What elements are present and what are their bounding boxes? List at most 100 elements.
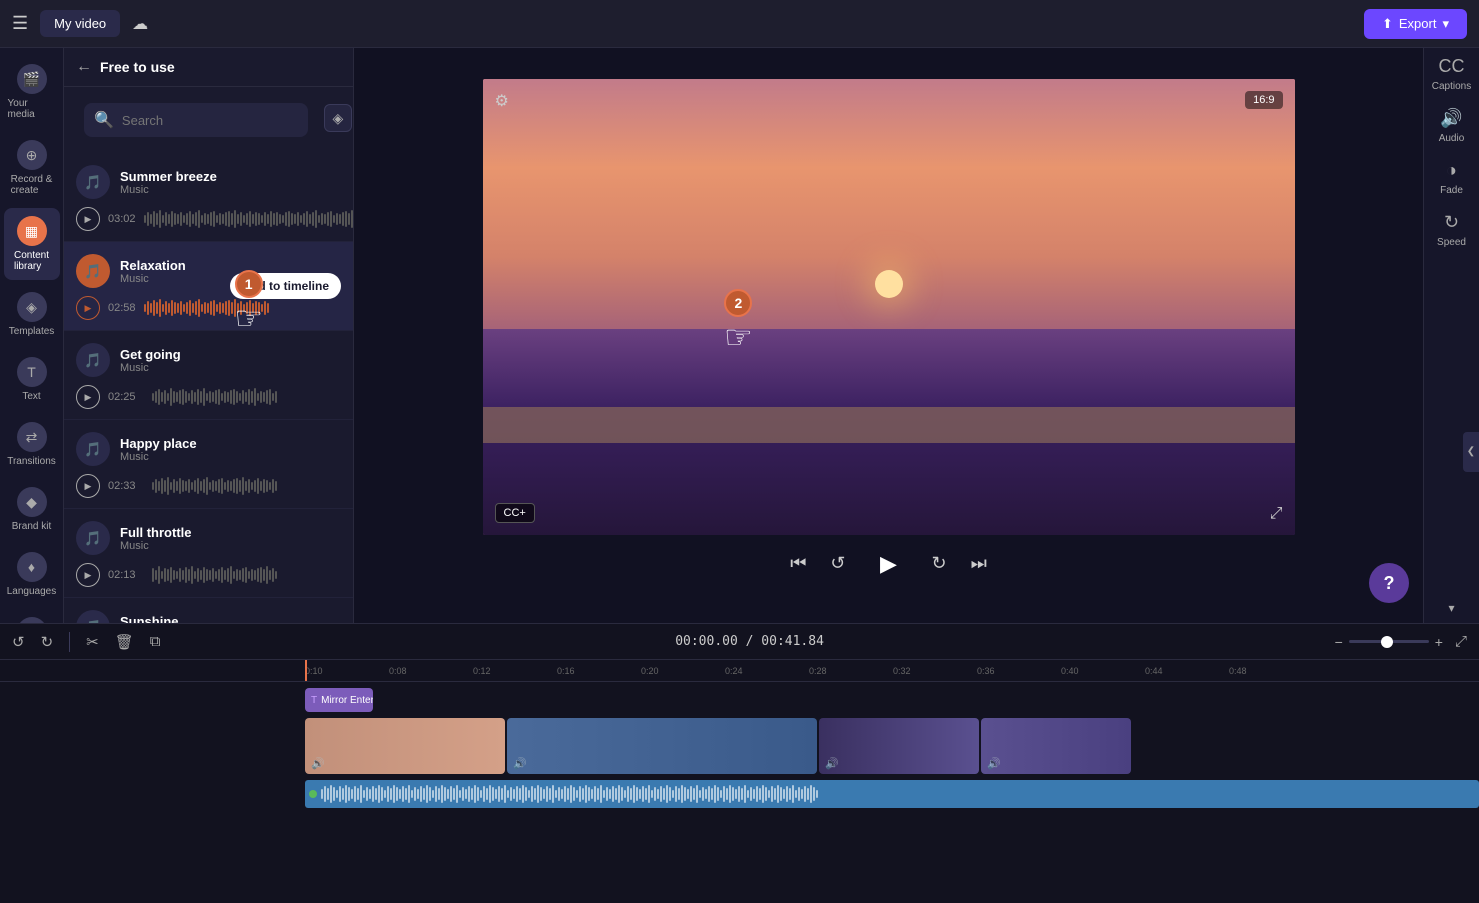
- ruler-mark: 0:48: [1229, 666, 1313, 676]
- sidebar-label-languages: Languages: [7, 586, 57, 597]
- play-relaxation[interactable]: ▶: [76, 296, 100, 320]
- sidebar-item-languages[interactable]: ♦ Languages: [4, 544, 60, 605]
- save-icon[interactable]: ☁: [132, 14, 148, 34]
- sidebar-item-transitions[interactable]: ⇄ Transitions: [4, 414, 60, 475]
- speed-label: Speed: [1437, 237, 1466, 248]
- duration-fullthrottle: 02:13: [108, 569, 144, 581]
- preview-settings-icon[interactable]: ⚙: [495, 91, 509, 111]
- sidebar-label-transitions: Transitions: [7, 456, 56, 467]
- fullscreen-button[interactable]: ⤢: [1270, 505, 1283, 523]
- video-clip-2[interactable]: 🔊: [507, 718, 817, 774]
- right-tool-speed[interactable]: ↻ Speed: [1437, 212, 1466, 248]
- track-music-icon-relaxation: 🎵: [76, 254, 110, 288]
- skip-back-button[interactable]: ⏮: [790, 553, 806, 574]
- add-to-timeline-button[interactable]: Add to timeline: [230, 273, 341, 299]
- waveform-fullthrottle: [152, 564, 341, 586]
- video-clip-1[interactable]: 🔊: [305, 718, 505, 774]
- icon-sidebar: 🎬 Your media ⊕ Record &create ▦ Contentl…: [0, 48, 64, 623]
- beach-element: [483, 407, 1295, 443]
- play-pause-button[interactable]: ▶: [870, 545, 908, 583]
- track-item-relaxation[interactable]: 🎵 Relaxation Music ▶ 02:58 Add to timeli…: [64, 242, 353, 331]
- sidebar-label-brand: Brand kit: [12, 521, 51, 532]
- toolbar-separator-1: [69, 632, 70, 652]
- skip-forward-button[interactable]: ⏭: [971, 553, 987, 574]
- track-music-icon-sunshine: 🎵: [76, 610, 110, 623]
- text-clip[interactable]: T Mirror Enter t: [305, 688, 373, 712]
- cut-button[interactable]: ✂: [82, 629, 103, 655]
- undo-button[interactable]: ↺: [8, 629, 29, 655]
- zoom-out-button[interactable]: −: [1335, 634, 1343, 650]
- volume-icon-2: 🔊: [513, 757, 527, 770]
- sidebar-item-templates[interactable]: ◈ Templates: [4, 284, 60, 345]
- fade-label: Fade: [1440, 185, 1463, 196]
- right-tool-captions[interactable]: CC Captions: [1432, 56, 1471, 92]
- aspect-ratio-button[interactable]: 16:9: [1245, 91, 1282, 109]
- ruler-mark: 0:24: [725, 666, 809, 676]
- captions-button[interactable]: CC+: [495, 503, 535, 523]
- play-fullthrottle[interactable]: ▶: [76, 563, 100, 587]
- fit-button[interactable]: ⤢: [1451, 629, 1471, 654]
- play-getgoing[interactable]: ▶: [76, 385, 100, 409]
- video-clip-3[interactable]: 🔊: [819, 718, 979, 774]
- delete-button[interactable]: 🗑: [111, 629, 138, 655]
- track-item-fullthrottle[interactable]: 🎵 Full throttle Music ▶ 02:13: [64, 509, 353, 598]
- search-bar: 🔍: [84, 103, 308, 137]
- sidebar-item-flags[interactable]: ⚐ FeatureFlags: [4, 609, 60, 623]
- right-tool-audio[interactable]: 🔊 Audio: [1439, 108, 1465, 144]
- ruler-mark: 0:36: [977, 666, 1061, 676]
- zoom-in-button[interactable]: +: [1435, 634, 1443, 650]
- video-clip-4[interactable]: 🔊: [981, 718, 1131, 774]
- track-name-sunshine: Sunshine: [120, 614, 341, 624]
- sidebar-item-record[interactable]: ⊕ Record &create: [4, 132, 60, 204]
- video-preview: ⚙ 16:9 CC+ ⤢: [483, 79, 1295, 535]
- ruler-mark: 0:20: [641, 666, 725, 676]
- sidebar-item-content[interactable]: ▦ Contentlibrary: [4, 208, 60, 280]
- playhead[interactable]: [305, 660, 307, 681]
- premium-filter-button[interactable]: ◈: [324, 104, 352, 132]
- search-icon: 🔍: [94, 110, 114, 130]
- duplicate-button[interactable]: ⧉: [146, 629, 165, 654]
- export-button[interactable]: ⬆ Export ▾: [1364, 9, 1467, 39]
- sidebar-item-text[interactable]: T Text: [4, 349, 60, 410]
- top-bar: ☰ My video ☁ ⬆ Export ▾: [0, 0, 1479, 48]
- waveform-getgoing: [152, 386, 341, 408]
- duration-getgoing: 02:25: [108, 391, 144, 403]
- tracks-content: T Mirror Enter t 🔊 🔊 🔊 🔊: [305, 682, 1479, 903]
- video-tab[interactable]: My video: [40, 10, 120, 37]
- track-item-summer[interactable]: 🎵 Summer breeze Music ▶ 03:02: [64, 153, 353, 242]
- sidebar-label-content: Contentlibrary: [14, 250, 49, 272]
- volume-icon-3: 🔊: [825, 757, 839, 770]
- timeline-section: ↺ ↻ ✂ 🗑 ⧉ 00:00.00 / 00:41.84 − + ⤢ 0:10…: [0, 623, 1479, 903]
- track-list: 🎵 Summer breeze Music ▶ 03:02: [64, 149, 353, 623]
- rewind-button[interactable]: ↺: [830, 553, 845, 574]
- audio-track[interactable]: [305, 780, 1479, 808]
- duration-happyplace: 02:33: [108, 480, 144, 492]
- sidebar-label-templates: Templates: [9, 326, 55, 337]
- time-separator: /: [746, 634, 762, 649]
- timeline-tracks: T Mirror Enter t 🔊 🔊 🔊 🔊: [0, 682, 1479, 903]
- audio-label: Audio: [1439, 133, 1465, 144]
- zoom-thumb[interactable]: [1381, 636, 1393, 648]
- search-input[interactable]: [122, 113, 298, 128]
- panel-header: ← Free to use: [64, 48, 353, 87]
- right-tool-fade[interactable]: ◑ Fade: [1440, 160, 1463, 196]
- waveform-summer: [144, 208, 353, 230]
- track-item-sunshine[interactable]: 🎵 Sunshine Music ▶ 03:04: [64, 598, 353, 623]
- redo-button[interactable]: ↻: [37, 629, 58, 655]
- ruler-mark: 0:44: [1145, 666, 1229, 676]
- fast-forward-button[interactable]: ↻: [932, 553, 947, 574]
- text-clip-icon: T: [311, 695, 317, 706]
- sidebar-item-brand[interactable]: ◆ Brand kit: [4, 479, 60, 540]
- play-happyplace[interactable]: ▶: [76, 474, 100, 498]
- track-item-getgoing[interactable]: 🎵 Get going Music ▶ 02:25: [64, 331, 353, 420]
- zoom-slider[interactable]: [1349, 640, 1429, 643]
- track-item-happyplace[interactable]: 🎵 Happy place Music ▶ 02:33: [64, 420, 353, 509]
- help-button[interactable]: ?: [1369, 563, 1409, 603]
- back-button[interactable]: ←: [76, 58, 92, 76]
- export-icon: ⬆: [1382, 16, 1393, 32]
- sidebar-item-media[interactable]: 🎬 Your media: [4, 56, 60, 128]
- menu-icon[interactable]: ☰: [12, 13, 28, 34]
- timeline-toolbar: ↺ ↻ ✂ 🗑 ⧉ 00:00.00 / 00:41.84 − + ⤢: [0, 624, 1479, 660]
- right-panel-expand[interactable]: ▾: [1448, 601, 1454, 615]
- play-summer[interactable]: ▶: [76, 207, 100, 231]
